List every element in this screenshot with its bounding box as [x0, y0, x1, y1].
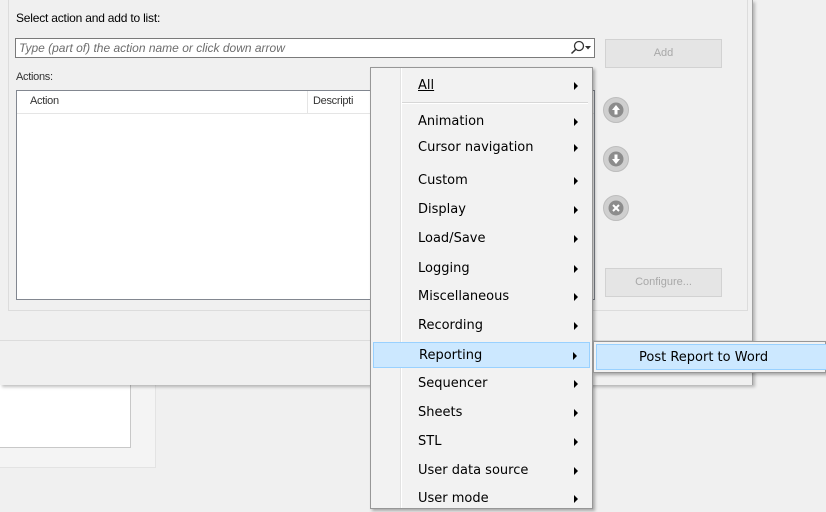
remove-icon — [608, 200, 624, 216]
search-dropdown-button[interactable] — [568, 40, 592, 56]
menu-item-animation[interactable]: Animation — [373, 109, 590, 135]
menu-item-label: Animation — [418, 114, 485, 129]
chevron-right-icon — [573, 352, 577, 360]
menu-item-label: Sequencer — [418, 376, 488, 391]
action-search-input[interactable] — [16, 39, 556, 57]
menu-item-label: Cursor navigation — [418, 140, 534, 155]
menu-item-label: Logging — [418, 261, 470, 276]
chevron-right-icon — [574, 265, 578, 273]
menu-item-display[interactable]: Display — [373, 197, 590, 223]
chevron-right-icon — [574, 235, 578, 243]
menu-item-label: Miscellaneous — [418, 289, 510, 304]
menu-item-user-data-source[interactable]: User data source — [373, 458, 590, 484]
select-action-label: Select action and add to list: — [16, 11, 161, 25]
arrow-down-icon — [608, 151, 624, 167]
menu-item-label: Post Report to Word — [639, 350, 769, 365]
background-list-box — [0, 385, 131, 448]
action-search-combobox[interactable] — [15, 38, 595, 58]
menu-item-mnemonic: All — [418, 78, 435, 93]
menu-item-custom[interactable]: Custom — [373, 168, 590, 194]
menu-item-label: User data source — [418, 463, 529, 478]
chevron-right-icon — [574, 177, 578, 185]
menu-item-label: Reporting — [419, 348, 483, 363]
menu-item-all[interactable]: All — [373, 73, 590, 99]
chevron-right-icon — [574, 293, 578, 301]
column-divider[interactable] — [307, 91, 308, 113]
chevron-right-icon — [574, 322, 578, 330]
menu-item-label: Load/Save — [418, 231, 486, 246]
category-menu: All Animation Cursor navigation Custom D… — [370, 67, 593, 509]
menu-item-sequencer[interactable]: Sequencer — [373, 371, 590, 397]
reporting-submenu: Post Report to Word — [593, 341, 826, 373]
column-header-action[interactable]: Action — [30, 95, 59, 107]
menu-item-label: Recording — [418, 318, 484, 333]
column-header-description[interactable]: Descripti — [313, 95, 353, 107]
menu-item-sheets[interactable]: Sheets — [373, 400, 590, 426]
menu-item-user-mode[interactable]: User mode — [373, 486, 590, 512]
menu-item-label: Custom — [418, 173, 468, 188]
menu-item-label: All — [418, 78, 434, 93]
menu-item-label: Sheets — [418, 405, 463, 420]
chevron-right-icon — [574, 438, 578, 446]
chevron-right-icon — [574, 495, 578, 503]
chevron-right-icon — [574, 380, 578, 388]
menu-item-reporting[interactable]: Reporting — [373, 342, 590, 368]
menu-item-cursor-navigation[interactable]: Cursor navigation — [373, 135, 590, 161]
menu-item-label: STL — [418, 434, 442, 449]
chevron-right-icon — [574, 118, 578, 126]
menu-item-logging[interactable]: Logging — [373, 256, 590, 282]
chevron-right-icon — [574, 144, 578, 152]
chevron-right-icon — [574, 206, 578, 214]
background-area — [752, 0, 826, 509]
actions-label: Actions: — [16, 71, 53, 83]
configure-button[interactable]: Configure... — [605, 268, 722, 297]
menu-item-post-report-to-word[interactable]: Post Report to Word — [596, 344, 826, 370]
menu-item-label: Display — [418, 202, 466, 217]
chevron-down-icon — [585, 46, 591, 50]
chevron-right-icon — [574, 467, 578, 475]
menu-item-label: User mode — [418, 491, 489, 506]
menu-item-miscellaneous[interactable]: Miscellaneous — [373, 284, 590, 310]
move-up-button[interactable] — [603, 97, 629, 123]
add-button[interactable]: Add — [605, 39, 722, 68]
chevron-right-icon — [574, 409, 578, 417]
chevron-right-icon — [574, 82, 578, 90]
search-icon — [570, 40, 591, 55]
menu-item-stl[interactable]: STL — [373, 429, 590, 455]
remove-button[interactable] — [603, 195, 629, 221]
menu-item-recording[interactable]: Recording — [373, 313, 590, 339]
menu-separator — [402, 102, 588, 104]
arrow-up-icon — [608, 102, 624, 118]
move-down-button[interactable] — [603, 146, 629, 172]
menu-item-load-save[interactable]: Load/Save — [373, 226, 590, 252]
